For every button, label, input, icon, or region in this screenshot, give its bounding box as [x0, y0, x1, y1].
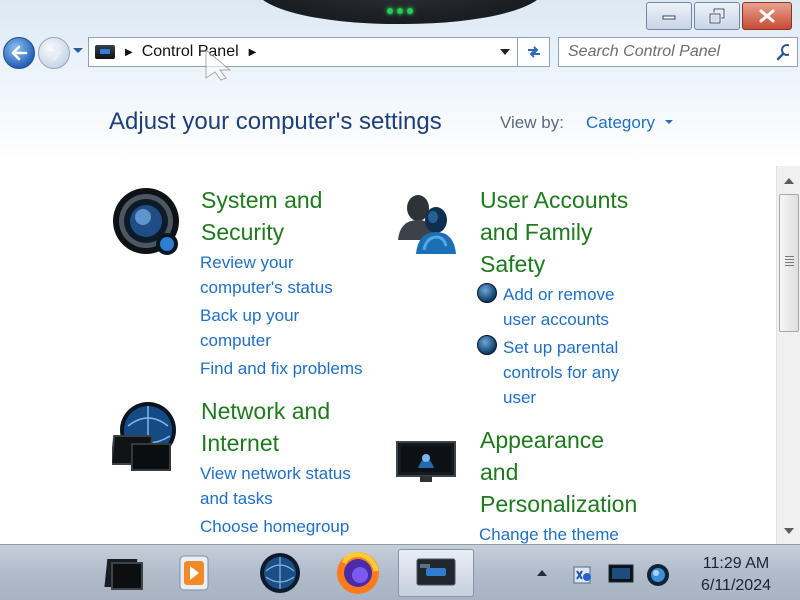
- control-panel-icon: [416, 558, 456, 586]
- globe-icon: [260, 553, 300, 593]
- address-dropdown-icon[interactable]: [499, 48, 511, 56]
- category-title-line[interactable]: and Family: [480, 216, 628, 248]
- caption-buttons: [646, 2, 792, 30]
- clock-time[interactable]: 11:29 AM: [686, 553, 786, 575]
- page-title: Adjust your computer's settings: [109, 108, 442, 135]
- link-text[interactable]: Review your: [200, 250, 333, 275]
- category-title-line[interactable]: Safety: [480, 248, 628, 280]
- taskbar-browser[interactable]: [252, 549, 308, 597]
- arrow-left-icon: [11, 45, 28, 61]
- vertical-scrollbar[interactable]: [776, 166, 800, 544]
- media-player-icon: [179, 555, 209, 591]
- category-title-line[interactable]: Internet: [201, 427, 330, 459]
- address-bar[interactable]: ▶ Control Panel ▶: [88, 37, 518, 67]
- link-find-fix-problems[interactable]: Find and fix problems: [200, 356, 363, 381]
- uac-shield-icon: [477, 335, 497, 355]
- link-parental-controls[interactable]: Set up parental controls for any user: [503, 335, 619, 410]
- link-text[interactable]: View network status: [200, 461, 351, 486]
- firefox-icon: [337, 552, 379, 594]
- network-tray-icon[interactable]: [646, 563, 670, 587]
- category-title-line[interactable]: System and: [201, 184, 322, 216]
- category-title-line[interactable]: Network and: [201, 395, 330, 427]
- show-hidden-icons-icon[interactable]: [537, 570, 547, 576]
- link-text[interactable]: computer: [200, 328, 299, 353]
- link-text[interactable]: user accounts: [503, 307, 615, 332]
- arrow-right-icon: [45, 45, 62, 61]
- link-text[interactable]: computer's status: [200, 275, 333, 300]
- category-title-line[interactable]: User Accounts: [480, 184, 628, 216]
- category-title-line[interactable]: and: [480, 456, 637, 488]
- breadcrumb-arrow-icon[interactable]: ▶: [249, 47, 257, 58]
- category-title-line[interactable]: Personalization: [480, 488, 637, 520]
- minimize-icon: [662, 15, 676, 20]
- action-center-icon[interactable]: [570, 563, 594, 587]
- category-user-accounts[interactable]: User Accounts and Family Safety: [480, 184, 628, 280]
- link-text[interactable]: Add or remove: [503, 282, 615, 307]
- network-internet-icon[interactable]: [112, 400, 182, 472]
- recent-pages-dropdown-icon[interactable]: [72, 47, 84, 55]
- taskbar-firefox[interactable]: [330, 549, 386, 597]
- link-text[interactable]: and tasks: [200, 486, 351, 511]
- user-accounts-icon[interactable]: [396, 190, 460, 256]
- link-back-up[interactable]: Back up your computer: [200, 303, 299, 353]
- system-clock[interactable]: 11:29 AM 6/11/2024: [686, 553, 786, 597]
- close-button[interactable]: [742, 2, 792, 30]
- folder-icon: [104, 559, 143, 590]
- category-appearance[interactable]: Appearance and Personalization: [480, 424, 637, 520]
- restore-button[interactable]: [694, 2, 740, 30]
- search-box[interactable]: [558, 37, 798, 67]
- window-top-ornament: [255, 0, 545, 24]
- refresh-button[interactable]: [518, 37, 550, 67]
- link-add-remove-accounts[interactable]: Add or remove user accounts: [503, 282, 615, 332]
- taskbar: 11:29 AM 6/11/2024: [0, 544, 800, 600]
- close-icon: [759, 9, 775, 23]
- link-text[interactable]: Back up your: [200, 303, 299, 328]
- search-icon[interactable]: [776, 43, 789, 61]
- refresh-icon: [527, 46, 540, 58]
- link-text[interactable]: Set up parental: [503, 335, 619, 360]
- taskbar-control-panel[interactable]: [398, 549, 474, 597]
- link-text[interactable]: controls for any: [503, 360, 619, 385]
- scroll-down-icon[interactable]: [784, 528, 794, 534]
- view-by-dropdown[interactable]: Category: [586, 113, 655, 133]
- system-security-icon[interactable]: [112, 188, 182, 258]
- navigation-bar: ▶ Control Panel ▶: [0, 34, 800, 72]
- breadcrumb-arrow-icon[interactable]: ▶: [125, 47, 133, 58]
- chevron-down-icon[interactable]: [665, 120, 673, 124]
- link-choose-homegroup[interactable]: Choose homegroup: [200, 514, 349, 539]
- appearance-icon[interactable]: [396, 440, 458, 486]
- link-view-network-status[interactable]: View network status and tasks: [200, 461, 351, 511]
- scrollbar-thumb[interactable]: [779, 194, 799, 332]
- taskbar-file-explorer[interactable]: [96, 549, 152, 597]
- back-button[interactable]: [3, 37, 35, 69]
- clock-date[interactable]: 6/11/2024: [686, 575, 786, 597]
- category-system-security[interactable]: System and Security: [201, 184, 322, 248]
- link-text[interactable]: Choose homegroup: [200, 514, 349, 539]
- category-title-line[interactable]: Appearance: [480, 424, 637, 456]
- minimize-button[interactable]: [646, 2, 692, 30]
- uac-shield-icon: [477, 283, 497, 303]
- search-input[interactable]: [568, 43, 776, 61]
- mouse-cursor-icon: [205, 48, 232, 81]
- category-network-internet[interactable]: Network and Internet: [201, 395, 330, 459]
- view-by-label: View by:: [500, 113, 564, 132]
- link-text[interactable]: Find and fix problems: [200, 356, 363, 381]
- link-text[interactable]: user: [503, 385, 619, 410]
- link-review-status[interactable]: Review your computer's status: [200, 250, 333, 300]
- restore-icon: [708, 8, 726, 24]
- display-icon[interactable]: [608, 563, 634, 585]
- scroll-up-icon[interactable]: [784, 178, 794, 184]
- category-title-line[interactable]: Security: [201, 216, 322, 248]
- control-panel-icon: [95, 45, 115, 59]
- taskbar-media-player[interactable]: [166, 549, 222, 597]
- forward-button[interactable]: [38, 37, 70, 69]
